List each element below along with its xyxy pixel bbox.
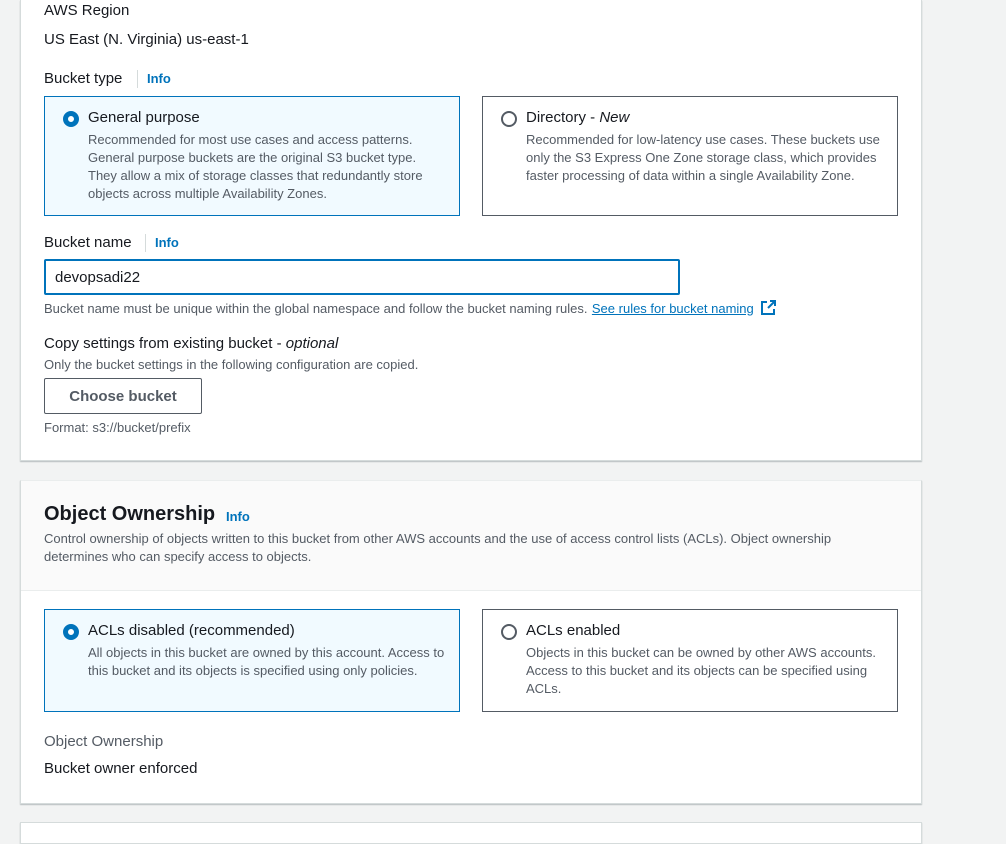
directory-title: Directory - New	[526, 109, 629, 126]
external-link-icon[interactable]	[760, 300, 777, 321]
label-divider	[145, 234, 146, 252]
bucket-name-hint-row: Bucket name must be unique within the gl…	[44, 300, 777, 321]
label-divider	[137, 70, 138, 88]
copy-settings-label: Copy settings from existing bucket - opt…	[44, 335, 338, 352]
bucket-name-label: Bucket name	[44, 234, 132, 251]
choose-bucket-button[interactable]: Choose bucket	[44, 378, 202, 414]
acls-disabled-description: All objects in this bucket are owned by …	[88, 645, 445, 678]
bucket-type-directory-tile[interactable]: Directory - New Recommended for low-late…	[482, 96, 898, 216]
bucket-naming-rules-link[interactable]: See rules for bucket naming	[592, 301, 754, 316]
bucket-type-label: Bucket type	[44, 70, 123, 87]
object-ownership-summary-value: Bucket owner enforced	[44, 760, 198, 777]
bucket-name-info-link[interactable]: Info	[155, 235, 179, 250]
general-purpose-description: Recommended for most use cases and acces…	[88, 132, 423, 201]
new-tag: New	[599, 109, 630, 126]
region-value: US East (N. Virginia) us-east-1	[44, 31, 249, 48]
object-ownership-header: Object Ownership Info Control ownership …	[21, 481, 921, 591]
acls-enabled-tile[interactable]: ACLs enabled Objects in this bucket can …	[482, 609, 898, 712]
object-ownership-info-link[interactable]: Info	[226, 509, 250, 524]
format-hint: Format: s3://bucket/prefix	[44, 420, 191, 435]
object-ownership-description: Control ownership of objects written to …	[44, 531, 832, 564]
object-ownership-title: Object Ownership	[44, 503, 216, 525]
bucket-name-hint: Bucket name must be unique within the gl…	[44, 301, 588, 316]
directory-title-text: Directory -	[526, 109, 600, 126]
region-label: AWS Region	[44, 2, 130, 19]
object-ownership-summary-label: Object Ownership	[44, 733, 164, 750]
object-ownership-panel: Object Ownership Info Control ownership …	[20, 480, 922, 804]
optional-tag: optional	[285, 335, 339, 352]
acls-disabled-radio[interactable]	[63, 624, 79, 640]
directory-radio[interactable]	[501, 111, 517, 127]
general-configuration-panel: AWS Region US East (N. Virginia) us-east…	[20, 0, 922, 461]
general-purpose-title: General purpose	[88, 109, 200, 126]
acls-disabled-tile[interactable]: ACLs disabled (recommended) All objects …	[44, 609, 460, 712]
copy-settings-label-text: Copy settings from existing bucket -	[44, 335, 286, 352]
next-section-panel	[20, 822, 922, 844]
bucket-type-general-purpose-tile[interactable]: General purpose Recommended for most use…	[44, 96, 460, 216]
bucket-name-input[interactable]	[44, 259, 680, 295]
acls-disabled-title: ACLs disabled (recommended)	[88, 622, 295, 639]
acls-enabled-description: Objects in this bucket can be owned by o…	[526, 645, 876, 696]
general-purpose-radio[interactable]	[63, 111, 79, 127]
acls-enabled-radio[interactable]	[501, 624, 517, 640]
bucket-type-info-link[interactable]: Info	[147, 71, 171, 86]
directory-description: Recommended for low-latency use cases. T…	[526, 132, 880, 183]
acls-enabled-title: ACLs enabled	[526, 622, 621, 639]
copy-settings-description: Only the bucket settings in the followin…	[44, 357, 419, 372]
